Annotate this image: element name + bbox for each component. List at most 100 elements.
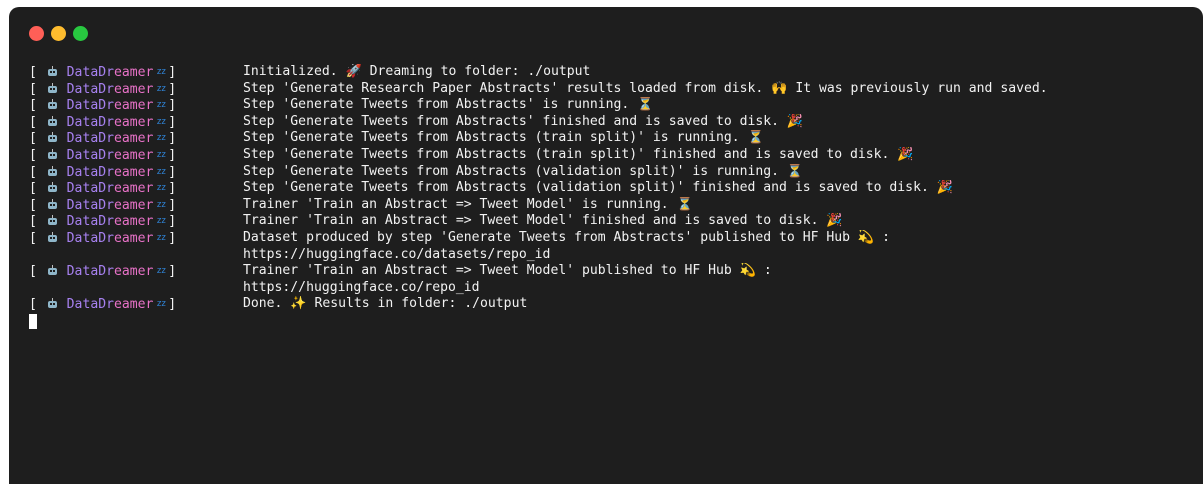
- open-bracket: [: [29, 214, 37, 230]
- zzz-icon: zz: [156, 266, 166, 277]
- open-bracket: [: [29, 65, 37, 80]
- close-bracket: ]: [168, 297, 177, 313]
- log-prefix: [ DataDreamer zz]: [29, 197, 243, 214]
- zzz-icon: zz: [156, 199, 166, 210]
- open-bracket: [: [29, 230, 37, 246]
- brand-name-part-2: eamer: [113, 214, 154, 230]
- log-message: Step 'Generate Tweets from Abstracts (va…: [243, 180, 954, 196]
- log-line: [ DataDreamer zz] Step 'Generate Tweets f…: [29, 147, 1195, 164]
- robot-icon: [47, 148, 57, 160]
- log-message: Dataset produced by step 'Generate Tweet…: [243, 229, 890, 245]
- brand-name-part-1: DataDr: [66, 214, 114, 230]
- zzz-icon: zz: [156, 116, 166, 127]
- zzz-icon: zz: [156, 67, 166, 77]
- close-bracket: ]: [168, 230, 177, 246]
- robot-icon: [47, 115, 57, 127]
- log-line: [ DataDreamer zz] Dataset produced by ste…: [29, 230, 1195, 247]
- brand-name-part-1: DataDr: [66, 147, 114, 163]
- log-prefix: [ DataDreamer zz]: [29, 164, 243, 181]
- terminal-window[interactable]: [ DataDreamer zz] Initialized. 🚀 Dreaming…: [9, 7, 1203, 484]
- open-bracket: [: [29, 98, 37, 114]
- zzz-icon: zz: [156, 83, 166, 94]
- terminal-output: [ DataDreamer zz] Initialized. 🚀 Dreaming…: [29, 64, 1195, 330]
- open-bracket: [: [29, 181, 37, 197]
- log-prefix: [ DataDreamer zz]: [29, 147, 243, 164]
- log-line: [ DataDreamer zz] Trainer 'Train an Abstr…: [29, 213, 1195, 230]
- close-bracket: ]: [168, 147, 177, 163]
- brand-name-part-2: eamer: [113, 164, 154, 180]
- brand-name-part-1: DataDr: [66, 98, 114, 114]
- open-bracket: [: [29, 114, 37, 130]
- close-window-button[interactable]: [29, 26, 44, 41]
- maximize-window-button[interactable]: [73, 26, 88, 41]
- log-message: Step 'Generate Tweets from Abstracts (tr…: [243, 146, 914, 162]
- brand-name-part-2: eamer: [113, 131, 154, 147]
- robot-icon: [47, 99, 57, 110]
- log-line: [ DataDreamer zz] Step 'Generate Tweets f…: [29, 164, 1195, 181]
- open-bracket: [: [29, 264, 37, 280]
- log-message: Step 'Generate Tweets from Abstracts (tr…: [243, 130, 764, 146]
- brand-name-part-2: eamer: [113, 98, 154, 114]
- robot-icon: [47, 132, 57, 143]
- open-bracket: [: [29, 147, 37, 163]
- zzz-icon: zz: [156, 232, 166, 243]
- robot-icon: [47, 66, 57, 77]
- log-message: Step 'Generate Tweets from Abstracts' fi…: [243, 113, 804, 129]
- title-bar: [9, 7, 1203, 57]
- open-bracket: [: [29, 164, 37, 180]
- brand-name-part-1: DataDr: [66, 230, 114, 246]
- log-message: Step 'Generate Tweets from Abstracts (va…: [243, 163, 804, 179]
- log-prefix: [ DataDreamer zz]: [29, 230, 243, 247]
- log-line: [ DataDreamer zz] Initialized. 🚀 Dreaming…: [29, 64, 1195, 81]
- close-bracket: ]: [168, 98, 177, 114]
- hub-url-link[interactable]: https://huggingface.co/datasets/repo_id: [243, 247, 550, 264]
- log-line: [ DataDreamer zz] Done. ✨ Results in fold…: [29, 296, 1195, 313]
- close-bracket: ]: [168, 264, 177, 280]
- brand-name-part-2: eamer: [113, 147, 154, 163]
- log-prefix: [ DataDreamer zz]: [29, 213, 243, 230]
- open-bracket: [: [29, 197, 37, 213]
- brand-name-part-1: DataDr: [66, 114, 114, 130]
- brand-name-part-1: DataDr: [66, 65, 114, 80]
- zzz-icon: zz: [156, 149, 166, 160]
- zzz-icon: zz: [156, 183, 166, 194]
- log-prefix: [ DataDreamer zz]: [29, 130, 243, 147]
- brand-name-part-2: eamer: [113, 297, 154, 313]
- log-prefix: [ DataDreamer zz]: [29, 64, 243, 81]
- minimize-window-button[interactable]: [51, 26, 66, 41]
- log-prefix: [ DataDreamer zz]: [29, 263, 243, 280]
- brand-name-part-2: eamer: [113, 230, 154, 246]
- open-bracket: [: [29, 81, 37, 97]
- brand-name-part-2: eamer: [113, 65, 154, 80]
- log-line: [ DataDreamer zz] Step 'Generate Tweets f…: [29, 97, 1195, 114]
- brand-name-part-2: eamer: [113, 264, 154, 280]
- log-line: [ DataDreamer zz] Step 'Generate Tweets f…: [29, 114, 1195, 131]
- log-line: [ DataDreamer zz] Step 'Generate Tweets f…: [29, 130, 1195, 147]
- log-message: Trainer 'Train an Abstract => Tweet Mode…: [243, 196, 693, 212]
- close-bracket: ]: [168, 197, 177, 213]
- zzz-icon: zz: [156, 133, 166, 144]
- log-line-continuation: https://huggingface.co/datasets/repo_id: [29, 247, 1195, 264]
- log-line: [ DataDreamer zz] Trainer 'Train an Abstr…: [29, 197, 1195, 214]
- zzz-icon: zz: [156, 216, 166, 227]
- close-bracket: ]: [168, 81, 177, 97]
- brand-name-part-1: DataDr: [66, 264, 114, 280]
- brand-name-part-2: eamer: [113, 114, 154, 130]
- terminal-cursor: [29, 313, 37, 329]
- brand-name-part-1: DataDr: [66, 81, 114, 97]
- robot-icon: [47, 165, 57, 177]
- close-bracket: ]: [168, 214, 177, 230]
- cursor-line: [29, 313, 1195, 330]
- robot-icon: [47, 82, 57, 94]
- hub-url-link[interactable]: https://huggingface.co/repo_id: [243, 280, 480, 297]
- brand-name-part-1: DataDr: [66, 164, 114, 180]
- robot-icon: [47, 298, 57, 309]
- log-message: Step 'Generate Research Paper Abstracts'…: [243, 80, 1048, 96]
- log-prefix: [ DataDreamer zz]: [29, 97, 243, 114]
- log-prefix: [ DataDreamer zz]: [29, 296, 243, 313]
- log-line: [ DataDreamer zz] Trainer 'Train an Abstr…: [29, 263, 1195, 280]
- robot-icon: [47, 231, 57, 243]
- close-bracket: ]: [168, 164, 177, 180]
- brand-name-part-1: DataDr: [66, 131, 114, 147]
- close-bracket: ]: [168, 131, 177, 147]
